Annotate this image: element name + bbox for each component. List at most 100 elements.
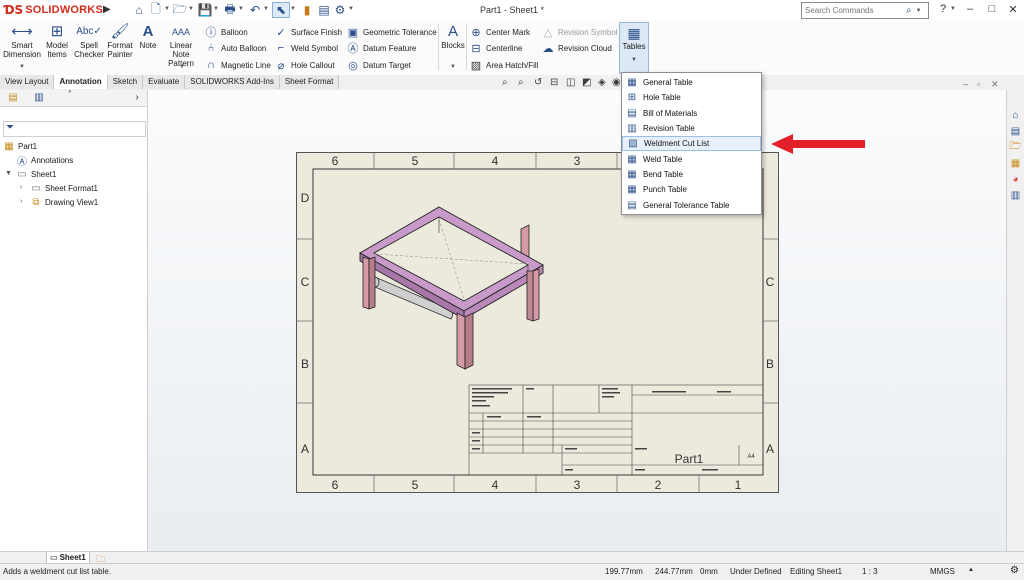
tab-sketch[interactable]: Sketch	[107, 75, 144, 89]
solidworks-resources-icon[interactable]: ⌂	[1009, 109, 1022, 122]
area-hatch-fill-button[interactable]: ▨ Area Hatch/Fill	[470, 58, 539, 72]
tree-item-sheet[interactable]: ▭ Sheet1	[16, 168, 56, 180]
surface-finish-button[interactable]: ✓ Surface Finish	[275, 25, 342, 39]
hide-show-icon[interactable]: ◈	[598, 77, 606, 88]
chevron-down-icon[interactable]: ▼	[950, 6, 956, 12]
revision-symbol-button[interactable]: △ Revision Symbol	[542, 25, 618, 39]
new-document-icon[interactable]: 🗋	[148, 2, 164, 18]
revision-cloud-button[interactable]: ☁ Revision Cloud	[542, 41, 612, 55]
traffic-light-icon[interactable]: ▮	[299, 2, 315, 18]
menu-item-weld-table[interactable]: ▦ Weld Table	[622, 152, 761, 167]
chevron-down-icon[interactable]: ▼	[450, 64, 456, 70]
chevron-down-icon[interactable]: ▼	[213, 6, 219, 12]
appearance-icon[interactable]: ◉	[612, 77, 621, 88]
search-input[interactable]	[802, 6, 906, 15]
smart-dimension-button[interactable]: ⟷ Smart Dimension	[3, 23, 41, 59]
chevron-down-icon[interactable]: ▼	[620, 57, 648, 63]
blocks-button[interactable]: A Blocks	[441, 23, 465, 50]
tree-filter[interactable]: ⏷	[3, 121, 146, 137]
menu-item-general-tolerance-table[interactable]: ▤ General Tolerance Table	[622, 198, 761, 213]
chevron-down-icon[interactable]: ▼	[164, 6, 170, 12]
status-units[interactable]: MMGS	[930, 567, 955, 576]
search-icon[interactable]: ⌕	[906, 5, 912, 16]
center-mark-button[interactable]: ⊕ Center Mark	[470, 25, 530, 39]
menu-expand-icon[interactable]: ▶	[103, 4, 111, 15]
tab-evaluate[interactable]: Evaluate	[143, 75, 186, 89]
geometric-tolerance-button[interactable]: ▣ Geometric Tolerance	[347, 25, 437, 39]
format-painter-button[interactable]: 🖌 Format Painter	[105, 23, 135, 59]
view-palette-icon[interactable]: ▦	[1009, 157, 1022, 170]
solidworks-logo[interactable]: ƊS SOLIDWORKS	[4, 3, 103, 17]
expand-icon[interactable]: ›	[20, 184, 22, 191]
select-arrow-icon[interactable]: ⬉	[272, 2, 290, 18]
centerline-button[interactable]: ⊟ Centerline	[470, 41, 522, 55]
menu-item-revision-table[interactable]: ▥ Revision Table	[622, 121, 761, 136]
restore-pane-icon[interactable]: ▫	[977, 79, 980, 89]
save-icon[interactable]: 💾	[197, 2, 213, 18]
auto-balloon-button[interactable]: ⑃ Auto Balloon	[205, 41, 267, 55]
previous-view-icon[interactable]: ↺	[534, 77, 542, 88]
property-manager-tab-icon[interactable]: ▥	[30, 91, 48, 104]
model-items-button[interactable]: ⊞ Model Items	[43, 23, 71, 59]
menu-item-general-table[interactable]: ▦ General Table	[622, 75, 761, 90]
status-scale[interactable]: 1 : 3	[862, 567, 878, 576]
balloon-button[interactable]: ⓘ Balloon	[205, 25, 248, 39]
feature-tree-tab-icon[interactable]: ▤	[4, 91, 22, 104]
title-block[interactable]	[468, 384, 764, 476]
chevron-down-icon[interactable]: ▼	[179, 64, 185, 70]
open-folder-icon[interactable]: 🗁	[172, 2, 188, 18]
menu-item-bend-table[interactable]: ▦ Bend Table	[622, 167, 761, 182]
display-style-icon[interactable]: ◩	[582, 77, 591, 88]
expand-icon[interactable]: ›	[20, 198, 22, 205]
chevron-down-icon[interactable]: ▼	[188, 6, 194, 12]
datum-feature-button[interactable]: Ⓐ Datum Feature	[347, 41, 417, 55]
pane-grip-icon[interactable]: ●	[68, 89, 72, 95]
tab-solidworks-add-ins[interactable]: SOLIDWORKS Add-Ins	[185, 75, 280, 89]
section-view-icon[interactable]: ⊟	[550, 77, 558, 88]
help-icon[interactable]: ?	[935, 3, 951, 15]
tree-item-part[interactable]: ▦ Part1	[3, 140, 37, 152]
customize-status-icon[interactable]: ⚙	[1010, 565, 1019, 576]
tab-sheet-format[interactable]: Sheet Format	[279, 75, 340, 89]
options-gear-icon[interactable]: ⚙	[332, 2, 348, 18]
zoom-to-fit-icon[interactable]: ⌕	[502, 77, 508, 88]
magnetic-line-button[interactable]: ∩ Magnetic Line	[205, 58, 271, 72]
search-commands-box[interactable]: ⌕ ▼	[801, 2, 929, 19]
datum-target-button[interactable]: ◎ Datum Target	[347, 58, 411, 72]
file-properties-icon[interactable]: ▤	[316, 2, 332, 18]
tree-item-annotations[interactable]: Ⓐ Annotations	[16, 154, 73, 168]
chevron-down-icon[interactable]: ▼	[348, 6, 354, 12]
tab-view-layout[interactable]: View Layout	[0, 75, 55, 89]
spell-checker-button[interactable]: Abc✓ Spell Checker	[74, 23, 104, 59]
note-button[interactable]: A Note	[137, 23, 159, 50]
minimize-icon[interactable]: –	[962, 3, 978, 15]
chevron-down-icon[interactable]: ▼	[290, 6, 296, 12]
undo-icon[interactable]: ↶	[247, 2, 263, 18]
chevron-up-icon[interactable]: ▲	[968, 567, 974, 573]
chevron-down-icon[interactable]: ▼	[263, 6, 269, 12]
maximize-icon[interactable]: □	[984, 3, 1000, 15]
chevron-right-icon[interactable]: ›	[128, 91, 146, 104]
file-explorer-icon[interactable]: 🗁	[1009, 141, 1022, 154]
weldment-model[interactable]	[359, 206, 544, 370]
tree-item-sheet-format[interactable]: ▭ Sheet Format1	[30, 182, 98, 194]
chevron-down-icon[interactable]: ▼	[916, 8, 922, 14]
chevron-down-icon[interactable]: ▼	[238, 6, 244, 12]
filter-icon[interactable]: ⏷	[6, 122, 14, 133]
appearances-icon[interactable]: ◕	[1009, 173, 1022, 186]
collapse-icon[interactable]: ▼	[5, 170, 12, 177]
menu-item-bill-of-materials[interactable]: ▤ Bill of Materials	[622, 106, 761, 121]
close-icon[interactable]: ✕	[1005, 3, 1021, 16]
custom-properties-icon[interactable]: ▥	[1009, 189, 1022, 202]
chevron-down-icon[interactable]: ▼	[19, 64, 25, 70]
minimize-pane-icon[interactable]: –	[963, 79, 968, 89]
menu-item-punch-table[interactable]: ▦ Punch Table	[622, 182, 761, 197]
view-orientation-icon[interactable]: ◫	[566, 77, 575, 88]
design-library-icon[interactable]: ▤	[1009, 125, 1022, 138]
menu-item-hole-table[interactable]: ⊞ Hole Table	[622, 90, 761, 105]
tree-item-drawing-view[interactable]: ⧉ Drawing View1	[30, 196, 98, 208]
menu-item-weldment-cut-list[interactable]: ▧ Weldment Cut List	[622, 136, 761, 151]
weld-symbol-button[interactable]: ⌐ Weld Symbol	[275, 41, 338, 55]
tab-annotation[interactable]: Annotation	[54, 75, 108, 89]
print-icon[interactable]: 🖶	[222, 2, 238, 18]
